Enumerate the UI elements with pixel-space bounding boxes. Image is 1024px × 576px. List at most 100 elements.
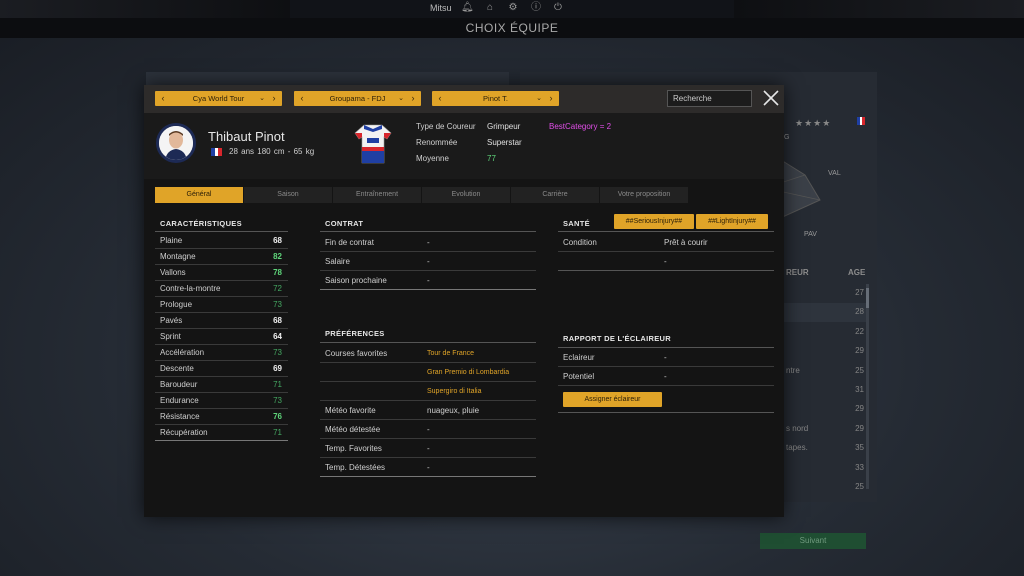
tab-career[interactable]: Carrière — [511, 187, 599, 203]
condition-label: Condition — [563, 238, 597, 247]
characteristic-row: Plaine 68 — [155, 233, 288, 249]
team-dropdown[interactable]: ‹ Groupama - FDJ ⌄ › — [294, 91, 421, 106]
favorite-race[interactable]: Gran Premio di Lombardia — [427, 363, 509, 382]
assign-scout-button[interactable]: Assigner éclaireur — [563, 392, 662, 407]
chevron-left-icon[interactable]: ‹ — [434, 91, 446, 106]
contract-row: Saison prochaine - — [320, 271, 536, 290]
characteristic-value: 73 — [273, 396, 282, 405]
health-extra-row: - — [558, 252, 774, 271]
preference-row: Météo favorite nuageux, pluie — [320, 401, 536, 420]
rider-portrait-icon — [159, 126, 193, 160]
radar-label: PAV — [804, 231, 817, 238]
team-jersey-icon — [354, 124, 392, 164]
france-flag-icon — [211, 148, 223, 156]
next-button[interactable]: Suivant — [760, 533, 866, 549]
list-item-text: ntre — [786, 365, 800, 375]
characteristic-label: Accélération — [160, 348, 205, 357]
characteristic-row: Pavés 68 — [155, 313, 288, 329]
characteristic-label: Montagne — [160, 252, 196, 261]
favorite-race-row: Gran Premio di Lombardia — [320, 363, 536, 382]
favorite-race-row: Courses favorites Tour de France — [320, 344, 536, 363]
chevron-left-icon[interactable]: ‹ — [296, 91, 308, 106]
contract-label: Salaire — [325, 257, 350, 266]
page-title: CHOIX ÉQUIPE — [465, 21, 559, 35]
tab-evolution[interactable]: Evolution — [422, 187, 510, 203]
preference-label: Temp. Favorites — [325, 444, 382, 453]
characteristic-label: Descente — [160, 364, 194, 373]
health-title: SANTÉ — [563, 219, 590, 228]
chevron-right-icon[interactable]: › — [268, 91, 280, 106]
characteristic-label: Plaine — [160, 236, 183, 245]
characteristic-row: Résistance 76 — [155, 409, 288, 425]
characteristic-value: 78 — [273, 268, 282, 277]
chevron-right-icon[interactable]: › — [545, 91, 557, 106]
characteristic-value: 82 — [273, 252, 282, 261]
characteristic-row: Récupération 71 — [155, 425, 288, 441]
characteristic-row: Montagne 82 — [155, 249, 288, 265]
scout-label: Eclaireur — [563, 353, 595, 362]
tab-proposal[interactable]: Votre proposition — [600, 187, 688, 203]
serious-injury-button[interactable]: ##SeriousInjury## — [614, 214, 694, 229]
contract-value: - — [427, 276, 430, 285]
characteristic-value: 71 — [273, 380, 282, 389]
competition-dropdown[interactable]: ‹ Cya World Tour ⌄ › — [155, 91, 282, 106]
preference-value: - — [427, 463, 430, 472]
favorite-race[interactable]: Tour de France — [427, 344, 474, 363]
rider-name: Thibaut Pinot — [208, 129, 285, 144]
france-flag-icon — [857, 117, 866, 125]
characteristic-label: Vallons — [160, 268, 186, 277]
tab-season[interactable]: Saison — [244, 187, 332, 203]
contract-value: - — [427, 238, 430, 247]
preference-label: Temp. Détestées — [325, 463, 386, 472]
tab-training[interactable]: Entraînement — [333, 187, 421, 203]
health-extra-value: - — [664, 257, 667, 266]
rider-header: Thibaut Pinot 28 ans 180 cm - 65 kg Type… — [144, 113, 784, 179]
preference-label: Météo favorite — [325, 406, 376, 415]
chevron-left-icon[interactable]: ‹ — [157, 91, 169, 106]
top-bar: Mitsu 🔔︎ ⌂ ⚙ ⓘ ⏻ — [0, 0, 1024, 18]
rider-info: 28 ans 180 cm - 65 kg — [229, 147, 315, 156]
tab-general[interactable]: Général — [155, 187, 243, 203]
rider-dropdown[interactable]: ‹ Pinot T. ⌄ › — [432, 91, 559, 106]
list-item-text: tapes. — [786, 443, 808, 453]
characteristic-value: 68 — [273, 316, 282, 325]
characteristic-label: Résistance — [160, 412, 200, 421]
chevron-right-icon[interactable]: › — [407, 91, 419, 106]
rider-type-label: Type de Coureur — [416, 122, 476, 131]
characteristic-label: Prologue — [160, 300, 193, 309]
contract-row: Salaire - — [320, 252, 536, 271]
best-category: BestCategory = 2 — [549, 122, 612, 131]
contract-value: - — [427, 257, 430, 266]
preferences-title: PRÉFÉRENCES — [325, 329, 385, 338]
info-icon[interactable]: ⓘ — [530, 2, 542, 14]
list-item-age: 27 — [855, 288, 864, 297]
preference-row: Temp. Détestées - — [320, 458, 536, 477]
bell-icon[interactable]: 🔔︎ — [461, 2, 474, 14]
favorite-race[interactable]: Supergiro di Italia — [427, 382, 481, 401]
home-icon[interactable]: ⌂ — [484, 2, 496, 14]
power-icon[interactable]: ⏻ — [552, 2, 564, 14]
potential-label: Potentiel — [563, 372, 595, 381]
search-input[interactable] — [667, 90, 752, 107]
light-injury-button[interactable]: ##LightInjury## — [696, 214, 768, 229]
scout-row: Eclaireur - — [558, 348, 774, 367]
characteristic-row: Endurance 73 — [155, 393, 288, 409]
list-item-age: 29 — [855, 346, 864, 356]
characteristic-value: 69 — [273, 364, 282, 373]
characteristic-label: Récupération — [160, 428, 208, 437]
list-item-age: 31 — [855, 385, 864, 394]
characteristic-label: Endurance — [160, 396, 199, 405]
list-item-age: 35 — [855, 443, 864, 453]
gear-icon[interactable]: ⚙ — [507, 2, 519, 14]
renown-label: Renommée — [416, 138, 458, 147]
characteristic-row: Prologue 73 — [155, 297, 288, 313]
close-icon[interactable] — [761, 88, 781, 108]
preference-value: - — [427, 444, 430, 453]
radar-label: G — [784, 134, 790, 141]
characteristic-row: Baroudeur 71 — [155, 377, 288, 393]
scrollbar[interactable] — [866, 284, 869, 489]
chevron-down-icon: ⌄ — [536, 95, 542, 102]
column-header-age: AGE — [848, 268, 866, 277]
renown-value: Superstar — [487, 138, 522, 147]
avatar — [156, 123, 196, 163]
